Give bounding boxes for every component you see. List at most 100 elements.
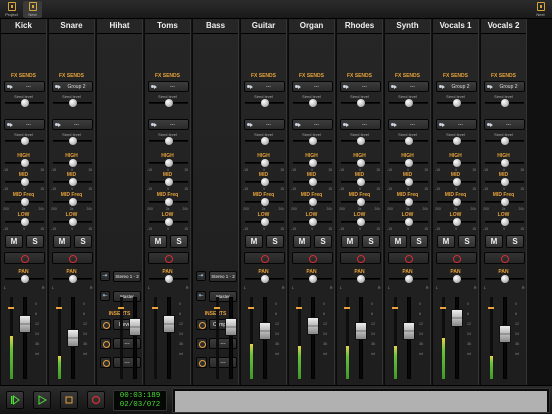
fx-send-2-button[interactable]: ---: [292, 119, 333, 130]
fx-send-2-button[interactable]: ---: [436, 119, 477, 130]
record-arm-button[interactable]: [244, 252, 285, 264]
send-level-slider-1[interactable]: [5, 98, 44, 108]
eq-low-slider[interactable]: [341, 217, 380, 227]
volume-fader[interactable]: 0 6 12 24 36 inf: [385, 291, 430, 383]
solo-button[interactable]: S: [506, 235, 524, 248]
send-level-slider-2[interactable]: [149, 136, 188, 146]
eq-mid-freq-slider[interactable]: [485, 197, 524, 207]
send-level-slider-2-knob[interactable]: [404, 137, 413, 145]
mute-button[interactable]: M: [245, 235, 263, 248]
mute-button[interactable]: M: [341, 235, 359, 248]
eq-low-slider-knob[interactable]: [356, 218, 365, 226]
fader-cap[interactable]: [129, 318, 141, 336]
send-level-slider-2-knob[interactable]: [164, 137, 173, 145]
eq-mid-freq-slider-knob[interactable]: [164, 198, 173, 206]
eq-high-slider-knob[interactable]: [68, 159, 77, 167]
right-next-button[interactable]: Next: [531, 1, 550, 18]
fx-send-1-button[interactable]: Group 2: [52, 81, 93, 92]
send-level-slider-1-knob[interactable]: [68, 99, 77, 107]
eq-high-slider-knob[interactable]: [20, 159, 29, 167]
mute-button[interactable]: M: [293, 235, 311, 248]
eq-mid-slider[interactable]: [149, 177, 188, 187]
eq-low-slider[interactable]: [485, 217, 524, 227]
pan-slider[interactable]: [437, 274, 476, 284]
eq-high-slider-knob[interactable]: [164, 159, 173, 167]
play-button[interactable]: [33, 391, 51, 409]
insert-power-icon[interactable]: [196, 319, 207, 330]
fader-cap[interactable]: [499, 325, 511, 343]
record-arm-button[interactable]: [52, 252, 93, 264]
volume-fader[interactable]: [207, 291, 238, 383]
output-select-button[interactable]: Stereo 1 - 2: [209, 271, 237, 282]
volume-fader[interactable]: 0 6 12 24 36 inf: [337, 291, 382, 383]
volume-fader[interactable]: 0 6 12 24 36 inf: [241, 291, 286, 383]
pan-slider[interactable]: [245, 274, 284, 284]
volume-fader[interactable]: 0 6 12 24 36 inf: [481, 291, 526, 383]
eq-low-slider[interactable]: [5, 217, 44, 227]
eq-high-slider[interactable]: [53, 158, 92, 168]
send-level-slider-1[interactable]: [341, 98, 380, 108]
solo-button[interactable]: S: [26, 235, 44, 248]
mute-button[interactable]: M: [485, 235, 503, 248]
eq-mid-slider[interactable]: [341, 177, 380, 187]
send-level-slider-1-knob[interactable]: [356, 99, 365, 107]
send-level-slider-2-knob[interactable]: [500, 137, 509, 145]
eq-mid-slider[interactable]: [485, 177, 524, 187]
fader-cap[interactable]: [225, 318, 237, 336]
eq-low-slider-knob[interactable]: [404, 218, 413, 226]
send-level-slider-2[interactable]: [53, 136, 92, 146]
pan-slider[interactable]: [389, 274, 428, 284]
eq-mid-freq-slider[interactable]: [293, 197, 332, 207]
send-level-slider-2-knob[interactable]: [308, 137, 317, 145]
eq-low-slider[interactable]: [389, 217, 428, 227]
eq-low-slider-knob[interactable]: [308, 218, 317, 226]
eq-mid-slider[interactable]: [53, 177, 92, 187]
eq-high-slider-knob[interactable]: [452, 159, 461, 167]
send-level-slider-1[interactable]: [53, 98, 92, 108]
next-button[interactable]: Next: [23, 1, 42, 18]
send-level-slider-1-knob[interactable]: [452, 99, 461, 107]
eq-mid-freq-slider[interactable]: [53, 197, 92, 207]
eq-low-slider-knob[interactable]: [164, 218, 173, 226]
project-button[interactable]: Project: [2, 1, 21, 18]
mute-button[interactable]: M: [149, 235, 167, 248]
fx-send-1-button[interactable]: ---: [340, 81, 381, 92]
master-route-icon[interactable]: ⇤: [196, 291, 206, 301]
eq-high-slider-knob[interactable]: [308, 159, 317, 167]
pan-slider-knob[interactable]: [260, 275, 269, 283]
fx-send-1-button[interactable]: Group 2: [484, 81, 525, 92]
eq-mid-freq-slider-knob[interactable]: [20, 198, 29, 206]
pan-slider[interactable]: [293, 274, 332, 284]
record-arm-button[interactable]: [484, 252, 525, 264]
send-level-slider-1[interactable]: [149, 98, 188, 108]
record-arm-button[interactable]: [436, 252, 477, 264]
eq-high-slider-knob[interactable]: [356, 159, 365, 167]
send-level-slider-1-knob[interactable]: [260, 99, 269, 107]
send-level-slider-1[interactable]: [245, 98, 284, 108]
eq-low-slider-knob[interactable]: [68, 218, 77, 226]
eq-mid-slider[interactable]: [437, 177, 476, 187]
insert-power-icon[interactable]: [100, 357, 111, 368]
eq-mid-freq-slider[interactable]: [149, 197, 188, 207]
mute-button[interactable]: M: [437, 235, 455, 248]
solo-button[interactable]: S: [74, 235, 92, 248]
fx-send-1-button[interactable]: ---: [4, 81, 45, 92]
send-level-slider-1[interactable]: [485, 98, 524, 108]
eq-mid-freq-slider[interactable]: [437, 197, 476, 207]
output-select-button[interactable]: Stereo 1 - 2: [113, 271, 141, 282]
send-level-slider-2[interactable]: [245, 136, 284, 146]
fx-send-2-button[interactable]: ---: [52, 119, 93, 130]
eq-mid-slider[interactable]: [5, 177, 44, 187]
send-level-slider-1-knob[interactable]: [500, 99, 509, 107]
solo-button[interactable]: S: [170, 235, 188, 248]
solo-button[interactable]: S: [266, 235, 284, 248]
send-level-slider-1-knob[interactable]: [308, 99, 317, 107]
output-route-icon[interactable]: ⇥: [196, 271, 206, 281]
fx-send-2-button[interactable]: ---: [148, 119, 189, 130]
eq-high-slider[interactable]: [341, 158, 380, 168]
volume-fader[interactable]: 0 6 12 24 36 inf: [289, 291, 334, 383]
volume-fader[interactable]: [111, 291, 142, 383]
pan-slider[interactable]: [5, 274, 44, 284]
eq-high-slider[interactable]: [149, 158, 188, 168]
fx-send-2-button[interactable]: ---: [244, 119, 285, 130]
